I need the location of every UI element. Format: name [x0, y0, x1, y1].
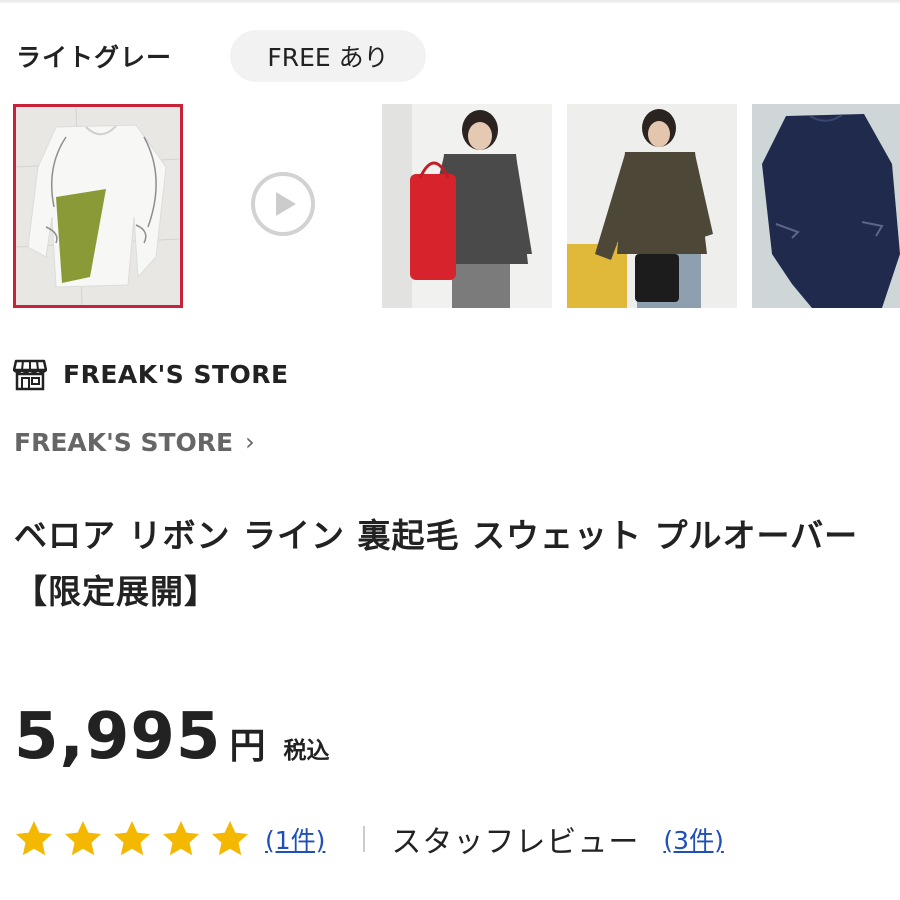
brand-link[interactable]: FREAK'S STORE › — [14, 424, 255, 460]
model-grey-sweat-image — [382, 104, 552, 308]
thumbnail-flatlay[interactable] — [13, 104, 183, 308]
shop-name: FREAK'S STORE — [63, 359, 289, 389]
rating-stars — [14, 819, 259, 859]
thumbnail-model-khaki[interactable] — [567, 104, 737, 308]
brand-link-label: FREAK'S STORE — [14, 427, 234, 457]
model-khaki-sweat-image — [567, 104, 737, 308]
thumbnail-navy[interactable] — [752, 104, 900, 308]
star-icon — [114, 821, 150, 856]
review-count-link[interactable]: (1件) — [265, 821, 325, 857]
review-separator — [363, 826, 366, 852]
product-page: ライトグレー FREE あり FREAK'S STORE FREAK'S STO… — [0, 0, 900, 900]
price-unit: 円 — [229, 726, 266, 767]
price-row: 5,995 円 税込 — [14, 700, 329, 776]
size-chip[interactable]: FREE あり — [230, 30, 426, 82]
shop-row[interactable]: FREAK'S STORE — [13, 356, 289, 392]
star-icon — [163, 821, 199, 856]
chevron-right-icon: › — [245, 428, 255, 456]
staff-review-label: スタッフレビュー — [391, 825, 640, 860]
selected-color-label: ライトグレー — [16, 43, 173, 72]
star-icon — [65, 821, 101, 856]
sweatshirt-flatlay-image — [16, 107, 180, 305]
product-title: ベロア リボン ライン 裏起毛 スウェット プルオーバー【限定展開】 — [14, 516, 859, 611]
store-icon — [13, 359, 47, 391]
star-icon — [212, 821, 248, 856]
top-divider — [0, 0, 900, 3]
play-icon — [251, 172, 315, 236]
navy-sweat-image — [752, 104, 900, 308]
video-thumbnail[interactable] — [250, 171, 316, 237]
staff-review-count-link[interactable]: (3件) — [663, 821, 723, 857]
price-value: 5,995 — [14, 700, 222, 774]
price-tax-label: 税込 — [283, 738, 330, 764]
star-icon — [16, 821, 52, 856]
color-size-row: ライトグレー FREE あり — [16, 30, 426, 82]
review-row: (1件) スタッフレビュー (3件) — [14, 814, 724, 864]
thumbnail-model-grey[interactable] — [382, 104, 552, 308]
